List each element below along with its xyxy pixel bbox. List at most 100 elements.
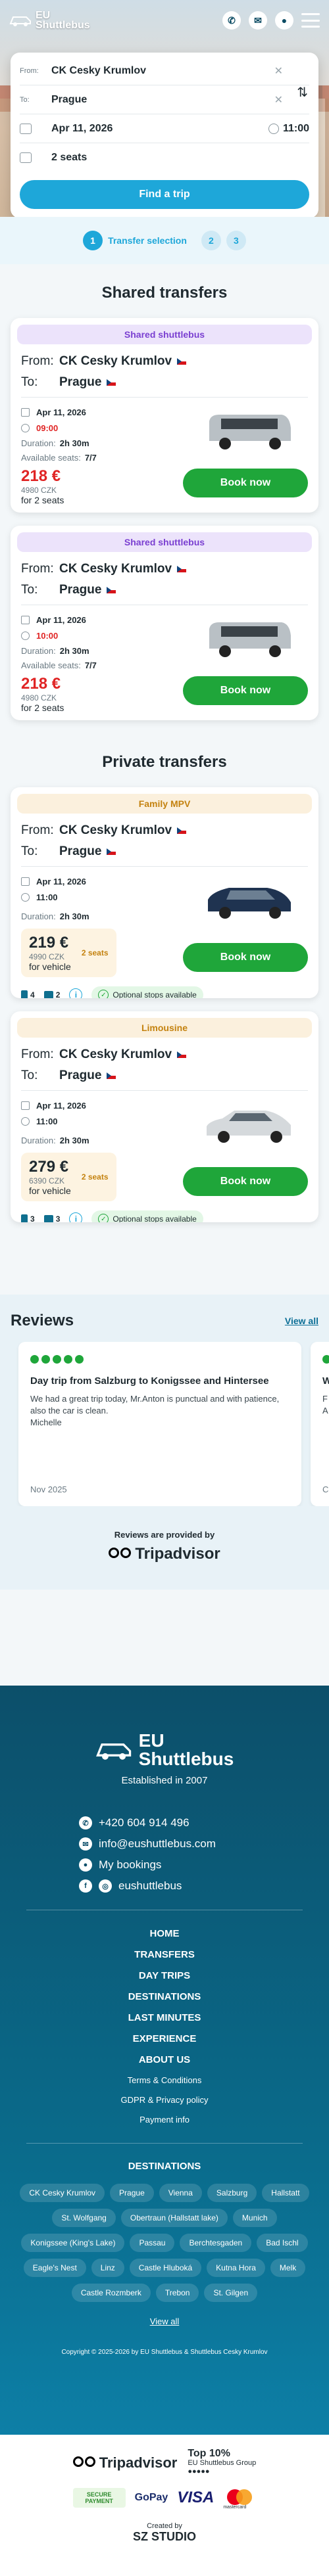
menu-icon[interactable] bbox=[301, 13, 320, 28]
whatsapp-icon[interactable]: ✆ bbox=[222, 11, 241, 30]
sz-studio-logo[interactable]: SZ STUDIO bbox=[0, 2530, 329, 2544]
destination-chip[interactable]: Bad Ischl bbox=[257, 2234, 308, 2252]
destination-chip[interactable]: Vienna bbox=[159, 2184, 202, 2202]
trust-badges: Tripadvisor Top 10% EU Shuttlebus Group ●●… bbox=[0, 2435, 329, 2576]
email-link[interactable]: ✉ info@eushuttlebus.com bbox=[79, 1833, 329, 1854]
price-for: for vehicle bbox=[29, 1185, 71, 1196]
destination-chip[interactable]: Castle Hluboká bbox=[129, 2259, 202, 2277]
footer-nav-last-minutes[interactable]: LAST MINUTES bbox=[0, 2008, 329, 2029]
logo[interactable]: EU Shuttlebus bbox=[9, 11, 90, 31]
limousine-image bbox=[207, 1111, 291, 1143]
my-bookings-link[interactable]: ● My bookings bbox=[79, 1854, 329, 1875]
destination-chip[interactable]: Hallstatt bbox=[262, 2184, 309, 2202]
luggage-icon bbox=[43, 991, 53, 998]
czech-flag-icon bbox=[177, 358, 187, 365]
destination-chip[interactable]: Castle Rozmberk bbox=[71, 2284, 151, 2302]
destination-chip[interactable]: Konigssee (King's Lake) bbox=[21, 2234, 125, 2252]
tripadvisor-badge[interactable]: Tripadvisor bbox=[72, 2454, 178, 2472]
top10-sub: EU Shuttlebus Group bbox=[188, 2459, 257, 2467]
reviews-view-all-link[interactable]: View all bbox=[285, 1316, 318, 1326]
clear-from-icon[interactable]: ✕ bbox=[274, 64, 283, 78]
shared-tag: Shared shuttlebus bbox=[17, 532, 312, 552]
calendar-icon bbox=[21, 407, 30, 417]
date-value[interactable]: Apr 11, 2026 bbox=[51, 123, 113, 135]
footer-link-payment[interactable]: Payment info bbox=[0, 2110, 329, 2130]
time-field[interactable]: 11:00 bbox=[268, 123, 309, 135]
destination-chip[interactable]: Obertraun (Hallstatt lake) bbox=[120, 2209, 228, 2227]
footer-nav-destinations[interactable]: DESTINATIONS bbox=[0, 1987, 329, 2008]
person-icon bbox=[21, 1214, 28, 1222]
destination-chip[interactable]: Munich bbox=[232, 2209, 277, 2227]
review-text: We had a great trip today, Mr.Anton is p… bbox=[30, 1394, 280, 1415]
step-1[interactable]: 1 bbox=[83, 231, 103, 250]
footer-nav-day-trips[interactable]: DAY TRIPS bbox=[0, 1966, 329, 1987]
step-1-label: Transfer selection bbox=[108, 235, 187, 246]
tripadvisor-logo[interactable]: Tripadvisor bbox=[0, 1545, 329, 1563]
book-now-button[interactable]: Book now bbox=[183, 676, 308, 705]
book-now-button[interactable]: Book now bbox=[183, 469, 308, 497]
footer-link-terms[interactable]: Terms & Conditions bbox=[0, 2071, 329, 2090]
calendar-icon bbox=[21, 615, 30, 624]
destination-chip[interactable]: St. Gilgen bbox=[204, 2284, 258, 2302]
hero-banner: EU Shuttlebus ✆ ✉ ● From: CK Cesky Krumlov… bbox=[0, 0, 329, 217]
from-value[interactable]: CK Cesky Krumlov bbox=[51, 65, 146, 77]
email-icon[interactable]: ✉ bbox=[249, 11, 267, 30]
facebook-icon[interactable]: f bbox=[79, 1879, 92, 1893]
find-trip-button[interactable]: Find a trip bbox=[20, 180, 309, 209]
destination-chip[interactable]: CK Cesky Krumlov bbox=[20, 2184, 105, 2202]
time-value: 11:00 bbox=[282, 122, 309, 134]
footer-link-gdpr[interactable]: GDPR & Privacy policy bbox=[0, 2090, 329, 2110]
clock-icon bbox=[21, 892, 30, 902]
seats-field[interactable]: 2 seats bbox=[20, 143, 309, 172]
review-card[interactable]: Day trip from Salzburg to Konigssee and … bbox=[18, 1342, 301, 1506]
duration-value: 2h 30m bbox=[59, 438, 89, 448]
book-now-button[interactable]: Book now bbox=[183, 943, 308, 972]
phone-number: +420 604 914 496 bbox=[99, 1816, 190, 1829]
footer-nav-experience[interactable]: EXPERIENCE bbox=[0, 2029, 329, 2050]
calendar-icon bbox=[20, 123, 32, 134]
destination-chip[interactable]: Salzburg bbox=[207, 2184, 257, 2202]
shared-card: Shared shuttlebus From: CK Cesky Krumlov … bbox=[11, 526, 318, 720]
info-icon[interactable]: i bbox=[69, 1212, 83, 1222]
date-field[interactable]: Apr 11, 2026 11:00 bbox=[20, 114, 309, 143]
book-now-button[interactable]: Book now bbox=[183, 1167, 308, 1196]
mpv-image bbox=[208, 888, 291, 919]
to-value[interactable]: Prague bbox=[51, 94, 87, 106]
to-field[interactable]: To: Prague ✕ bbox=[20, 85, 309, 114]
clear-to-icon[interactable]: ✕ bbox=[274, 93, 283, 106]
price-box: 279 €6390 CZK for vehicle 2 seats bbox=[21, 1153, 116, 1201]
tripadvisor-badge-label: Tripadvisor bbox=[99, 2454, 178, 2471]
footer-nav-about-us[interactable]: ABOUT US bbox=[0, 2050, 329, 2071]
destination-chip[interactable]: Berchtesgaden bbox=[180, 2234, 252, 2252]
instagram-icon[interactable]: ◎ bbox=[99, 1879, 112, 1893]
destination-chip[interactable]: Trebon bbox=[155, 2284, 199, 2302]
price-for: for vehicle bbox=[29, 961, 71, 972]
destination-chip[interactable]: Passau bbox=[130, 2234, 175, 2252]
footer-logo[interactable]: EU Shuttlebus Established in 2007 bbox=[0, 1732, 329, 1786]
czech-flag-icon bbox=[177, 1051, 187, 1058]
info-icon[interactable]: i bbox=[69, 988, 83, 998]
destination-chip[interactable]: Linz bbox=[91, 2259, 124, 2277]
seats-value[interactable]: 2 seats bbox=[51, 152, 87, 164]
step-3: 3 bbox=[226, 231, 246, 250]
to-label: To: bbox=[21, 583, 38, 597]
destination-chip[interactable]: Prague bbox=[110, 2184, 154, 2202]
footer-nav-home[interactable]: HOME bbox=[0, 1923, 329, 1944]
persons-count: 3 bbox=[30, 1214, 35, 1222]
destination-chip[interactable]: St. Wolfgang bbox=[52, 2209, 116, 2227]
destination-chip[interactable]: Melk bbox=[270, 2259, 306, 2277]
review-text: F A bbox=[322, 1394, 328, 1415]
destination-chip[interactable]: Kutna Hora bbox=[207, 2259, 265, 2277]
footer-nav-transfers[interactable]: TRANSFERS bbox=[0, 1944, 329, 1966]
rating-dots bbox=[30, 1355, 290, 1364]
user-icon[interactable]: ● bbox=[275, 11, 293, 30]
seats-label: Available seats: bbox=[21, 660, 81, 670]
phone-link[interactable]: ✆ +420 604 914 496 bbox=[79, 1812, 329, 1833]
created-by: Created by bbox=[147, 2522, 182, 2530]
destinations-view-all-link[interactable]: View all bbox=[0, 2316, 329, 2326]
from-field[interactable]: From: CK Cesky Krumlov ✕ bbox=[20, 57, 309, 85]
review-card[interactable]: W F A C bbox=[311, 1342, 329, 1506]
czech-flag-icon bbox=[177, 566, 187, 572]
reviews-section: Reviews View all Day trip from Salzburg t… bbox=[0, 1295, 329, 1590]
destination-chip[interactable]: Eagle's Nest bbox=[23, 2259, 86, 2277]
